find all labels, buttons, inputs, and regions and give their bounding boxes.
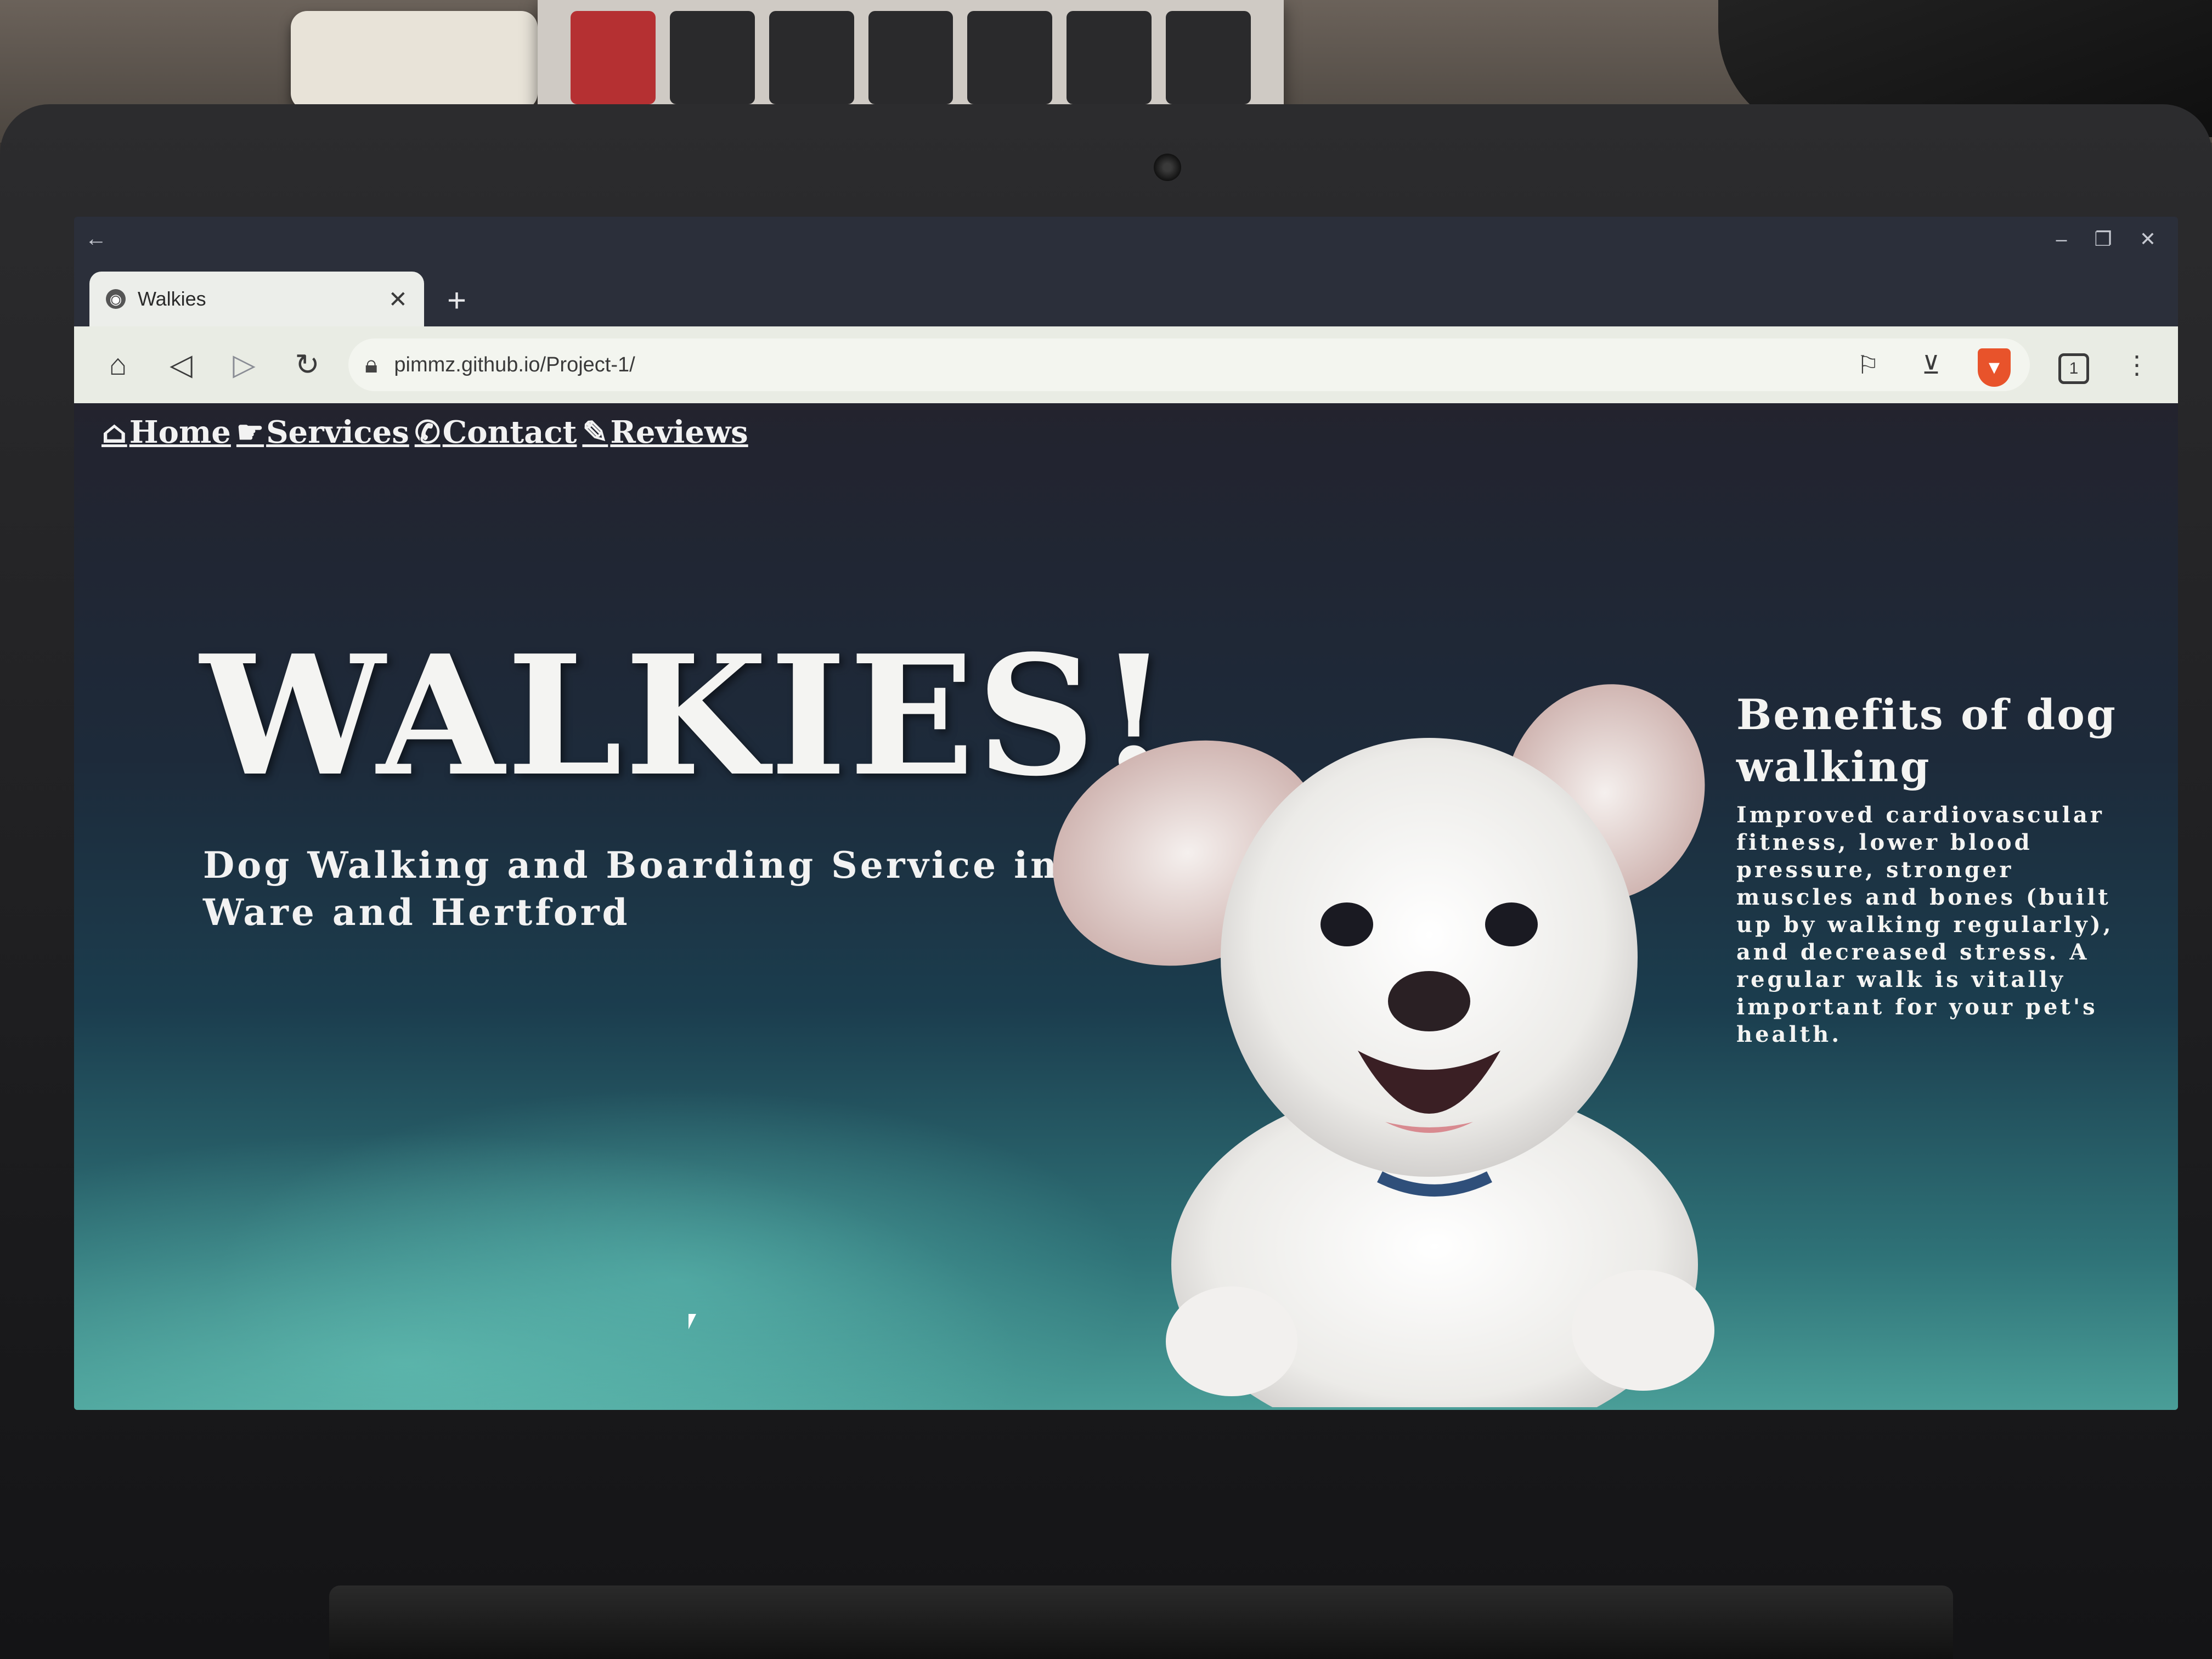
address-bar[interactable]: 🔒︎ pimmz.github.io/Project-1/ ⚐ ⊻ ▼ — [348, 338, 2030, 391]
phone-icon: ✆ — [414, 414, 441, 450]
nav-services[interactable]: ☛ Services — [236, 414, 409, 450]
calc-key — [669, 11, 755, 104]
browser-toolbar: ⌂ ◁ ▷ ↻ 🔒︎ pimmz.github.io/Project-1/ ⚐ … — [74, 326, 2178, 403]
bookmark-icon[interactable]: ⚐ — [1849, 346, 1887, 384]
pencil-icon: ✎ — [582, 414, 608, 450]
mouse-cursor-icon — [689, 1314, 704, 1329]
nav-contact[interactable]: ✆ Contact — [415, 414, 577, 450]
window-controls: – ❐ ✕ — [2056, 228, 2156, 251]
calc-key — [1166, 11, 1251, 104]
back-arrow-icon[interactable]: ← — [85, 228, 107, 250]
dog-photo — [1053, 684, 1714, 1407]
globe-icon: ◉ — [106, 289, 126, 309]
lock-icon[interactable]: 🔒︎ — [365, 351, 377, 379]
benefits-panel: Benefits of dog walking Improved cardiov… — [1736, 689, 2120, 1048]
dog-nose — [1388, 971, 1470, 1031]
hero-subtitle: Dog Walking and Boarding Service in Ware… — [203, 844, 1060, 934]
close-icon[interactable]: ✕ — [388, 286, 408, 313]
dog-paw — [1166, 1286, 1297, 1396]
download-icon[interactable]: ⊻ — [1912, 346, 1950, 384]
tab-title: Walkies — [138, 287, 206, 310]
benefits-title: Benefits of dog walking — [1736, 690, 2117, 791]
calc-key — [769, 11, 854, 104]
dog-eye-left — [1321, 902, 1373, 946]
calculator-keys — [571, 11, 1251, 104]
nav-label: Home — [129, 414, 231, 450]
site-nav: ⌂ Home ☛ Services ✆ Contact ✎ Reviews — [101, 414, 754, 450]
calc-key — [967, 11, 1053, 104]
nav-label: Contact — [442, 414, 577, 450]
tab-count: 1 — [2058, 353, 2089, 384]
nav-label: Services — [266, 414, 409, 450]
browser-window: ← ◉ Walkies ✕ + – ❐ ✕ ⌂ ◁ ▷ ↻ 🔒︎ pimmz.g… — [74, 217, 2178, 1410]
benefits-body: Improved cardiovascular fitness, lower b… — [1736, 802, 2114, 1047]
forward-icon[interactable]: ▷ — [225, 346, 263, 384]
hero-title: WALKIES! — [200, 619, 1172, 812]
calc-key — [1066, 11, 1152, 104]
webpage: ⌂ Home ☛ Services ✆ Contact ✎ Reviews WA… — [74, 403, 2178, 1410]
calc-key — [868, 11, 953, 104]
home-icon[interactable]: ⌂ — [99, 346, 137, 384]
close-window-button[interactable]: ✕ — [2140, 228, 2156, 251]
nav-label: Reviews — [610, 414, 748, 450]
maximize-button[interactable]: ❐ — [2095, 228, 2112, 251]
title-bar: ← — [74, 217, 2178, 272]
laptop-hinge — [329, 1585, 1953, 1659]
home-icon: ⌂ — [101, 414, 127, 450]
webcam — [1154, 154, 1181, 181]
nav-reviews[interactable]: ✎ Reviews — [582, 414, 748, 450]
menu-icon[interactable]: ⋮ — [2118, 346, 2156, 384]
reload-icon[interactable]: ↻ — [288, 346, 326, 384]
url-text[interactable]: pimmz.github.io/Project-1/ — [394, 353, 1824, 377]
tab-strip: ◉ Walkies ✕ + – ❐ ✕ — [74, 228, 2178, 326]
brave-shield-icon[interactable]: ▼ — [1975, 346, 2013, 387]
remote-control — [291, 11, 538, 110]
nav-home[interactable]: ⌂ Home — [101, 414, 231, 450]
calc-key — [571, 11, 656, 104]
tab-walkies[interactable]: ◉ Walkies ✕ — [89, 272, 424, 326]
dog-paw — [1572, 1270, 1714, 1391]
tabs-icon[interactable]: 1 — [2055, 346, 2093, 384]
new-tab-button[interactable]: + — [447, 281, 466, 319]
back-icon[interactable]: ◁ — [162, 346, 200, 384]
handshake-icon: ☛ — [236, 414, 264, 450]
dog-eye-right — [1485, 902, 1538, 946]
minimize-button[interactable]: – — [2056, 228, 2067, 251]
